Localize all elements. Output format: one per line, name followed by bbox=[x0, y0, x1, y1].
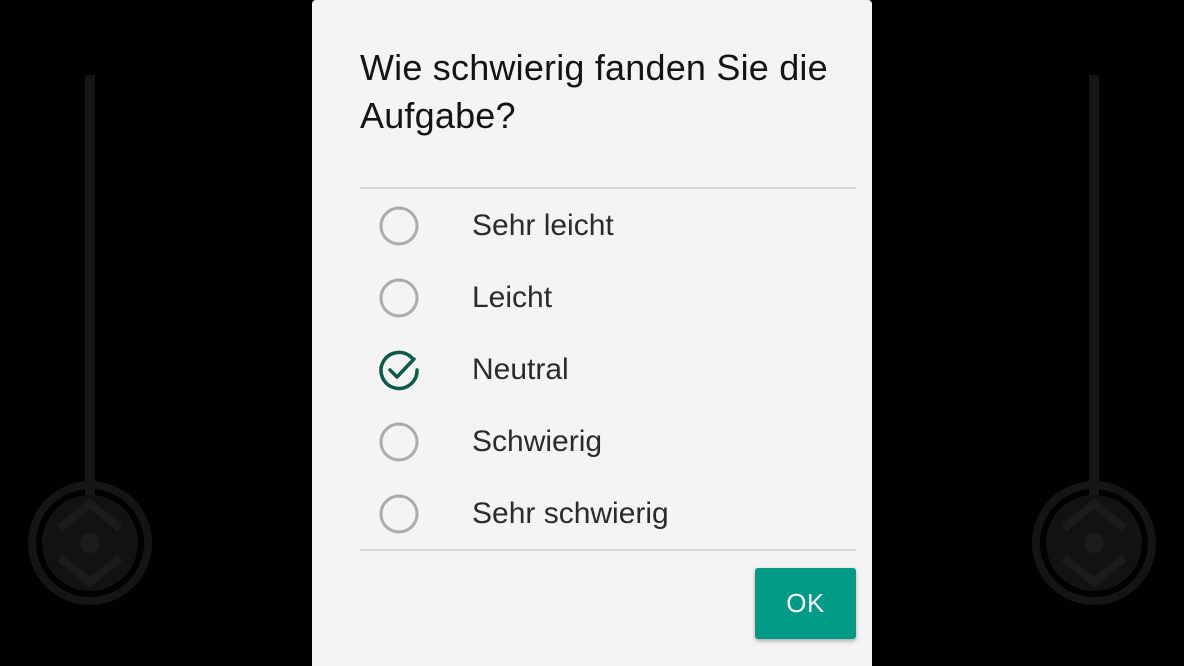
option-label: Sehr leicht bbox=[472, 209, 614, 242]
radio-unchecked-icon[interactable] bbox=[378, 277, 420, 319]
option-sehr-leicht[interactable]: Sehr leicht bbox=[360, 190, 856, 262]
slider-track bbox=[1089, 75, 1099, 495]
option-schwierig[interactable]: Schwierig bbox=[360, 406, 856, 478]
option-label: Schwierig bbox=[472, 425, 603, 458]
option-neutral[interactable]: Neutral bbox=[360, 334, 856, 406]
dialog-title: Wie schwierig fanden Sie die Aufgabe? bbox=[360, 47, 828, 136]
option-label: Leicht bbox=[472, 281, 553, 314]
divider bbox=[360, 187, 856, 189]
option-label: Sehr schwierig bbox=[472, 497, 669, 530]
option-leicht[interactable]: Leicht bbox=[360, 262, 856, 334]
divider bbox=[360, 549, 856, 551]
option-sehr-schwierig[interactable]: Sehr schwierig bbox=[360, 478, 856, 550]
slider-track bbox=[85, 75, 95, 495]
background-slider-left bbox=[27, 0, 157, 666]
radio-unchecked-icon[interactable] bbox=[378, 493, 420, 535]
check-circle-icon[interactable] bbox=[378, 349, 420, 391]
ok-button[interactable]: OK bbox=[755, 568, 856, 639]
joystick-knob-icon bbox=[28, 481, 152, 605]
joystick-knob-icon bbox=[1032, 481, 1156, 605]
background-slider-right bbox=[1031, 0, 1161, 666]
option-label: Neutral bbox=[472, 353, 569, 386]
radio-unchecked-icon[interactable] bbox=[378, 421, 420, 463]
radio-unchecked-icon[interactable] bbox=[378, 205, 420, 247]
difficulty-options: Sehr leicht Leicht Neutral Schwierig Seh… bbox=[360, 190, 856, 550]
difficulty-dialog: Wie schwierig fanden Sie die Aufgabe? Se… bbox=[312, 0, 872, 666]
